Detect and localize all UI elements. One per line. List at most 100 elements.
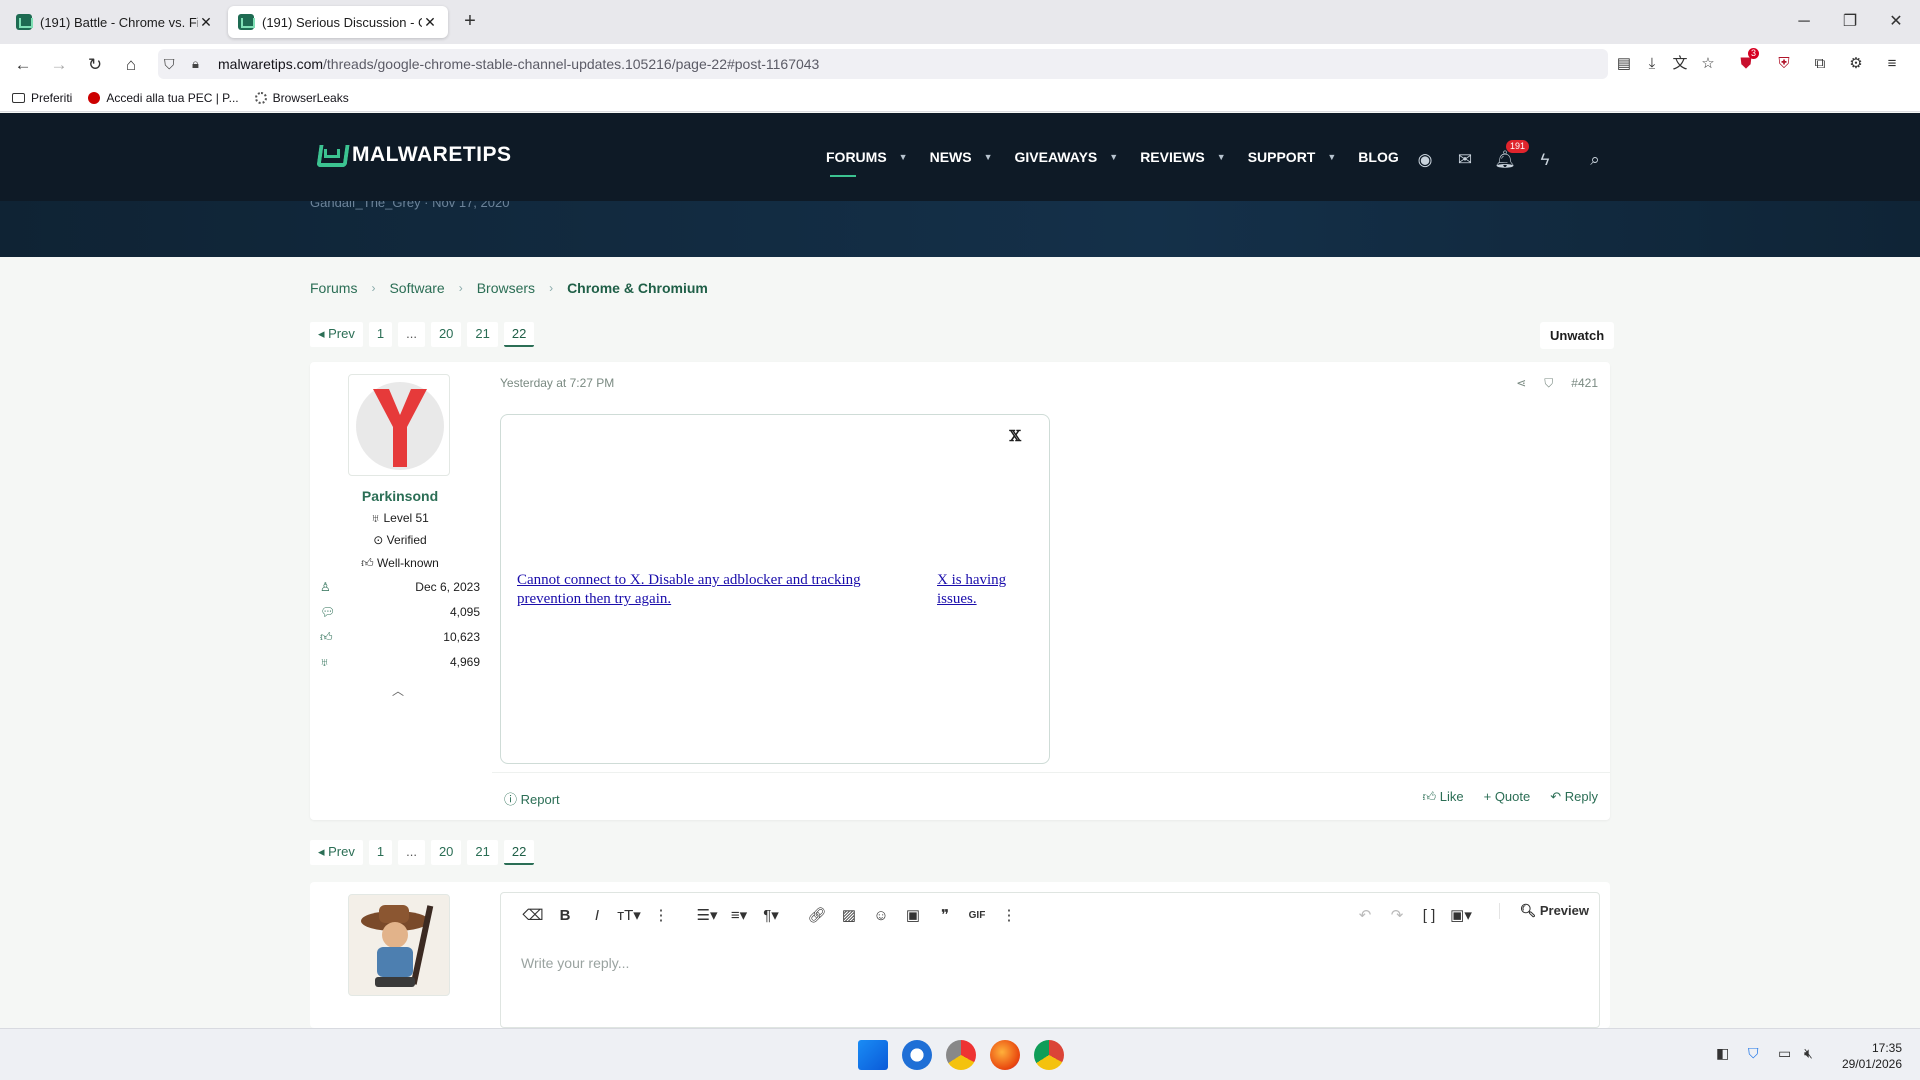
close-icon[interactable]: ✕ — [422, 14, 438, 31]
close-icon[interactable]: ✕ — [198, 14, 214, 31]
reply-button[interactable]: ↶ Reply — [1550, 789, 1598, 805]
windows-start-icon[interactable] — [858, 1040, 888, 1070]
post-date[interactable]: Yesterday at 7:27 PM — [500, 376, 614, 390]
more-options-icon[interactable]: ⋮ — [993, 906, 1025, 924]
system-clock[interactable]: 17:35 29/01/2026 — [1842, 1040, 1902, 1072]
user-avatar-icon[interactable]: ◉ — [1410, 145, 1440, 175]
nav-reviews[interactable]: REVIEWS — [1140, 149, 1205, 165]
embed-error-link[interactable]: Cannot connect to X. Disable any adblock… — [517, 571, 917, 609]
quote-icon[interactable]: ❞ — [929, 906, 961, 924]
forward-icon[interactable]: → — [46, 52, 72, 78]
unwatch-button[interactable]: Unwatch — [1540, 322, 1615, 349]
nav-blog[interactable]: BLOG — [1358, 149, 1398, 165]
like-button[interactable]: 👍︎ Like — [1423, 789, 1464, 805]
page-link[interactable]: 20 — [430, 840, 462, 865]
bookmark-icon[interactable]: ⛉ — [1544, 376, 1553, 391]
smiley-icon[interactable]: ☺ — [865, 907, 897, 924]
reader-view-icon[interactable]: ▤ — [1610, 52, 1638, 76]
app-icon[interactable] — [946, 1040, 976, 1070]
lock-icon[interactable]: 🔒︎ — [192, 56, 208, 72]
chevron-down-icon[interactable]: ▼ — [1327, 152, 1336, 162]
gif-icon[interactable]: GIF — [961, 910, 993, 921]
bold-icon[interactable]: B — [549, 907, 581, 924]
site-logo[interactable]: MALWARETIPS — [318, 143, 512, 167]
address-bar[interactable]: ⛉ 🔒︎ malwaretips.com/threads/google-chro… — [158, 49, 1608, 79]
share-icon[interactable]: ⋖ — [1516, 376, 1526, 391]
username[interactable]: Parkinsond — [310, 488, 490, 504]
bbcode-icon[interactable]: [ ] — [1413, 907, 1445, 924]
breadcrumb-browsers[interactable]: Browsers — [477, 280, 535, 296]
shield-extension-icon[interactable]: ⛨ — [1770, 52, 1798, 76]
more-options-icon[interactable]: ⋮ — [645, 906, 677, 924]
redo-icon[interactable]: ↷ — [1381, 906, 1413, 924]
chevron-down-icon[interactable]: ▼ — [1217, 152, 1226, 162]
restore-icon[interactable]: ❐ — [1830, 8, 1870, 36]
bell-icon[interactable]: 🔔︎ 191 — [1490, 140, 1530, 175]
extensions-icon[interactable]: ⧉ — [1806, 52, 1834, 76]
page-link[interactable]: 21 — [467, 322, 498, 347]
page-link[interactable]: 21 — [467, 840, 498, 865]
network-icon[interactable]: ▭ — [1778, 1045, 1791, 1062]
chevron-down-icon[interactable]: ▼ — [1109, 152, 1118, 162]
tab-battle[interactable]: (191) Battle - Chrome vs. Firefox ✕ — [6, 6, 224, 38]
tracking-shield-icon[interactable]: ⛉ — [164, 56, 180, 73]
page-link[interactable]: 1 — [368, 322, 393, 347]
home-icon[interactable]: ⌂ — [118, 52, 144, 78]
undo-icon[interactable]: ↶ — [1349, 906, 1381, 924]
reload-icon[interactable]: ↻ — [82, 52, 108, 78]
thunderbird-icon[interactable] — [902, 1040, 932, 1070]
avatar[interactable] — [348, 894, 450, 996]
tray-shield-icon[interactable]: ⛉ — [1748, 1045, 1759, 1062]
ublock-icon[interactable]: ⛊ 3 — [1732, 48, 1760, 76]
pagination-prev[interactable]: ◂ Prev — [310, 322, 363, 347]
lightning-icon[interactable]: ϟ — [1530, 145, 1560, 175]
breadcrumb-chrome-chromium[interactable]: Chrome & Chromium — [567, 280, 708, 296]
breadcrumb-software[interactable]: Software — [389, 280, 444, 296]
new-tab-button[interactable]: + — [458, 10, 482, 34]
save-page-icon[interactable]: ⤓ — [1638, 52, 1666, 76]
bookmark-star-icon[interactable]: ☆ — [1694, 52, 1722, 76]
chrome-icon[interactable] — [1034, 1040, 1064, 1070]
eraser-icon[interactable]: ⌫ — [517, 906, 549, 924]
reply-input[interactable]: Write your reply... — [521, 955, 629, 971]
pagination-prev[interactable]: ◂ Prev — [310, 840, 363, 865]
minimize-icon[interactable]: ─ — [1784, 8, 1824, 36]
volume-muted-icon[interactable]: 🔇︎ — [1804, 1045, 1813, 1062]
page-link[interactable]: 20 — [430, 322, 462, 347]
nav-giveaways[interactable]: GIVEAWAYS — [1015, 149, 1098, 165]
report-button[interactable]: ⓘ Report — [504, 789, 560, 808]
page-link[interactable]: 1 — [368, 840, 393, 865]
image-icon[interactable]: ▨ — [833, 906, 865, 924]
page-ellipsis[interactable]: ... — [398, 322, 425, 347]
italic-icon[interactable]: I — [581, 907, 613, 924]
embed-issues-link[interactable]: X is having issues. — [937, 571, 1027, 609]
page-link-current[interactable]: 22 — [503, 322, 535, 347]
window-close-icon[interactable]: ✕ — [1876, 8, 1916, 36]
chevron-down-icon[interactable]: ▼ — [899, 152, 908, 162]
drafts-icon[interactable]: ▣▾ — [1445, 906, 1477, 924]
chevron-up-icon[interactable]: ︿ — [392, 682, 404, 699]
nav-support[interactable]: SUPPORT — [1248, 149, 1316, 165]
media-icon[interactable]: ▣ — [897, 906, 929, 924]
gear-icon[interactable]: ⚙ — [1842, 52, 1870, 76]
menu-icon[interactable]: ≡ — [1878, 52, 1906, 76]
text-size-icon[interactable]: тT▾ — [613, 906, 645, 924]
chevron-down-icon[interactable]: ▼ — [984, 152, 993, 162]
link-icon[interactable]: 🔗︎ — [801, 906, 833, 924]
bookmark-preferiti[interactable]: Preferiti — [12, 91, 72, 105]
x-logo-icon[interactable]: 𝕏 — [1009, 427, 1021, 445]
search-icon[interactable]: ⌕ — [1580, 145, 1610, 175]
preview-button[interactable]: 🔍︎ Preview — [1498, 903, 1589, 919]
translate-icon[interactable]: 文 — [1666, 52, 1694, 76]
firefox-icon[interactable] — [990, 1040, 1020, 1070]
page-ellipsis[interactable]: ... — [398, 840, 425, 865]
nav-news[interactable]: NEWS — [930, 149, 972, 165]
post-number[interactable]: #421 — [1571, 376, 1598, 391]
breadcrumb-forums[interactable]: Forums — [310, 280, 357, 296]
avatar[interactable] — [348, 374, 450, 476]
quote-button[interactable]: + Quote — [1484, 789, 1531, 805]
inbox-icon[interactable]: ✉ — [1450, 145, 1480, 175]
list-icon[interactable]: ☰▾ — [691, 906, 723, 924]
nav-forums[interactable]: FORUMS — [826, 149, 887, 177]
align-icon[interactable]: ≡▾ — [723, 906, 755, 924]
